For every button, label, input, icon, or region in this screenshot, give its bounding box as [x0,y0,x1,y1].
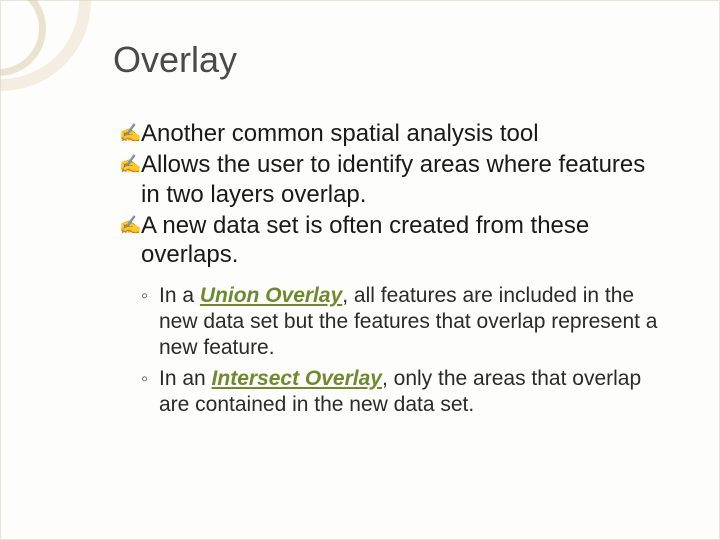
bullet-item: ✍ A new data set is often created from t… [119,211,669,270]
sub-bullet-icon: ◦ [141,284,148,308]
sub-bullet-item: ◦ In an Intersect Overlay, only the area… [141,366,669,417]
bullet-text: Another common spatial analysis tool [141,120,539,147]
content-area: ✍ Another common spatial analysis tool ✍… [119,119,669,423]
sub-bullet-item: ◦ In a Union Overlay, all features are i… [141,283,669,360]
bullet-item: ✍ Allows the user to identify areas wher… [119,150,669,209]
bullet-icon: ✍ [119,154,141,176]
ring-small [0,0,46,76]
ring-large [0,0,91,91]
sub-bullet-group: ◦ In a Union Overlay, all features are i… [119,283,669,417]
slide-title: Overlay [113,39,237,81]
keyword-union-overlay: Union Overlay [200,284,342,307]
bullet-icon: ✍ [119,123,141,145]
keyword-intersect-overlay: Intersect Overlay [212,367,382,390]
bullet-text: A new data set is often created from the… [141,212,589,268]
bullet-text: Allows the user to identify areas where … [141,151,645,207]
bullet-icon: ✍ [119,215,141,237]
sub-pre: In a [159,284,200,307]
slide: Overlay ✍ Another common spatial analysi… [0,0,720,540]
sub-bullet-icon: ◦ [141,367,148,391]
bullet-item: ✍ Another common spatial analysis tool [119,119,669,148]
sub-pre: In an [159,367,212,390]
